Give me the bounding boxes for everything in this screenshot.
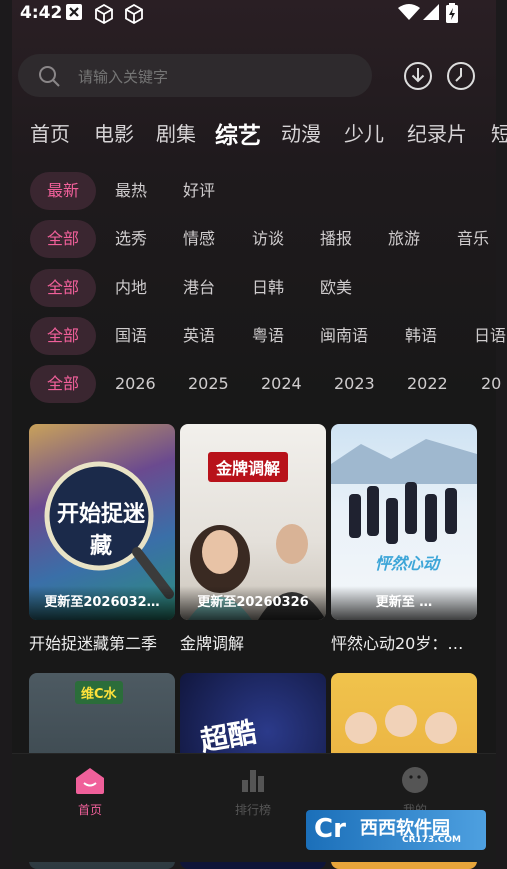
filter-chip[interactable]: 最新: [30, 172, 96, 210]
filter-chip[interactable]: 粤语: [252, 317, 284, 355]
nav-home[interactable]: 首页: [50, 766, 130, 818]
filter-chip[interactable]: 国语: [115, 317, 147, 355]
filter-chip[interactable]: 韩语: [405, 317, 437, 355]
cube-icon: [124, 3, 144, 29]
filter-chip[interactable]: 全部: [30, 220, 96, 258]
filter-chip[interactable]: 旅游: [388, 220, 420, 258]
filter-chip[interactable]: 2022: [407, 365, 448, 403]
tab-variety[interactable]: 综艺: [215, 116, 261, 150]
filter-chip[interactable]: 闽南语: [320, 317, 368, 355]
filter-chip[interactable]: 欧美: [320, 269, 352, 307]
card-title: 金牌调解: [180, 634, 245, 653]
nav-ranking[interactable]: 排行榜: [213, 766, 293, 818]
history-icon[interactable]: [446, 61, 476, 95]
close-box-icon: [66, 4, 82, 25]
filter-chip[interactable]: 播报: [320, 220, 352, 258]
tab-short[interactable]: 短: [491, 118, 507, 147]
card-title: 怦然心动20岁：…: [331, 634, 464, 653]
filter-chip[interactable]: 日韩: [252, 269, 284, 307]
status-bar: 4:42: [0, 0, 507, 26]
battery-icon: [446, 3, 458, 28]
smiley-icon: [401, 767, 429, 797]
filter-chip[interactable]: 全部: [30, 317, 96, 355]
search-input[interactable]: [76, 67, 360, 87]
poster-title-text: 开始捉迷藏: [56, 502, 145, 559]
poster-title-text: 维C水: [75, 681, 123, 704]
tab-documentary[interactable]: 纪录片: [407, 118, 467, 147]
filter-chip[interactable]: 英语: [183, 317, 215, 355]
card-title: 开始捉迷藏第二季: [29, 634, 158, 653]
search-icon: [38, 65, 60, 91]
update-badge: 更新至 …: [331, 586, 477, 620]
filter-chip[interactable]: 2025: [188, 365, 229, 403]
filter-chip[interactable]: 20: [481, 365, 501, 403]
poster-image: 怦然心动 更新至 …: [331, 424, 477, 620]
bar-chart-icon: [239, 770, 267, 797]
update-badge: 更新至20260326: [180, 586, 326, 620]
wifi-icon: [398, 3, 420, 26]
poster-image: 开始捉迷藏 更新至2026032…: [29, 424, 175, 620]
filter-chip[interactable]: 访谈: [252, 220, 284, 258]
update-badge: 更新至2026032…: [29, 586, 175, 620]
poster-image: 金牌调解 更新至20260326: [180, 424, 326, 620]
nav-label: 首页: [77, 803, 102, 817]
watermark-logo: Cr 西西软件园 CR173.COM: [306, 810, 486, 850]
nav-label: 排行榜: [234, 803, 271, 817]
filter-chip[interactable]: 选秀: [115, 220, 147, 258]
filter-chip[interactable]: 最热: [115, 172, 147, 210]
filter-chip[interactable]: 2024: [261, 365, 302, 403]
filter-chip[interactable]: 全部: [30, 269, 96, 307]
tab-home[interactable]: 首页: [30, 118, 70, 147]
signal-icon: [422, 3, 440, 26]
filter-chip[interactable]: 港台: [183, 269, 215, 307]
home-icon: [75, 768, 105, 797]
filter-chip[interactable]: 全部: [30, 365, 96, 403]
download-icon[interactable]: [403, 61, 433, 95]
filter-chip[interactable]: 内地: [115, 269, 147, 307]
filter-chip[interactable]: 2026: [115, 365, 156, 403]
tab-kids[interactable]: 少儿: [344, 118, 384, 147]
watermark-sub: CR173.COM: [402, 835, 461, 845]
poster-title-text: 怦然心动: [375, 554, 440, 573]
watermark-mark: Cr: [314, 814, 346, 844]
search-bar[interactable]: [18, 54, 372, 97]
filter-chip[interactable]: 日语: [474, 317, 506, 355]
filter-chip[interactable]: 2023: [334, 365, 375, 403]
cube-icon: [94, 3, 114, 29]
filter-chip[interactable]: 音乐: [457, 220, 489, 258]
tab-movies[interactable]: 电影: [94, 118, 134, 147]
status-time: 4:42: [20, 3, 63, 23]
tab-anime[interactable]: 动漫: [281, 118, 321, 147]
filter-chip[interactable]: 好评: [183, 172, 215, 210]
tab-series[interactable]: 剧集: [156, 118, 196, 147]
filter-chip[interactable]: 情感: [183, 220, 215, 258]
